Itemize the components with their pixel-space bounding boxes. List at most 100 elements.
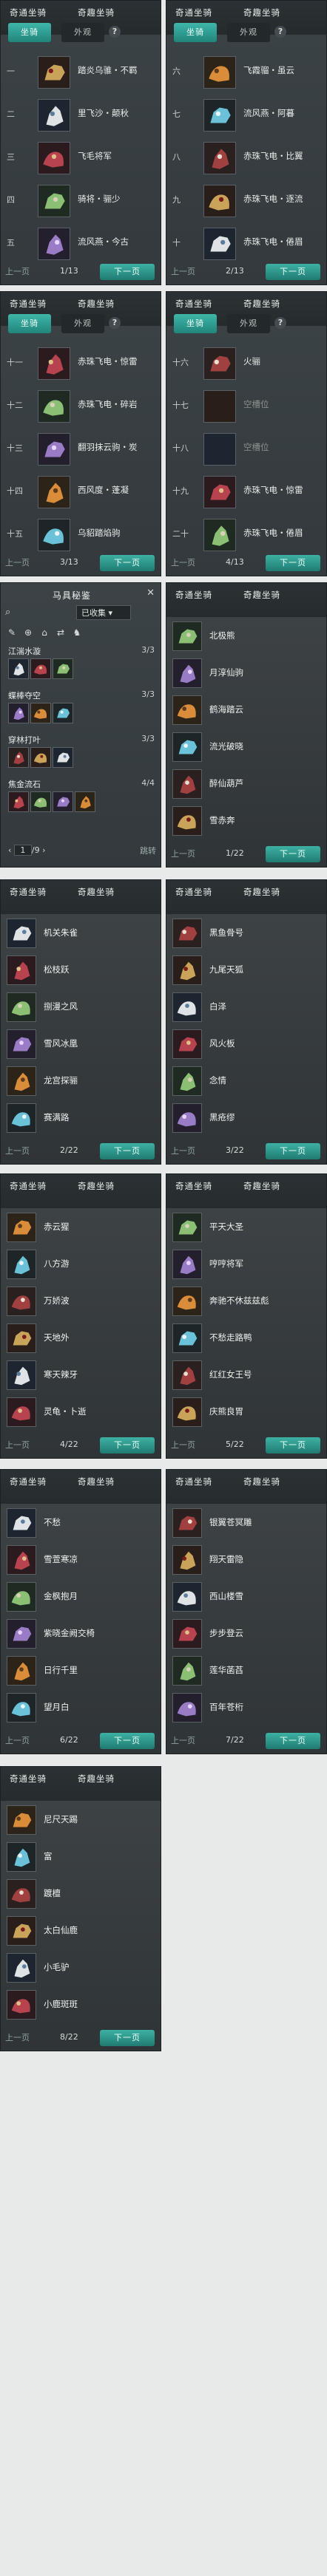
tab-special-mount[interactable]: 奇趣坐骑	[78, 1773, 115, 1785]
next-page-button[interactable]: 下一页	[266, 555, 320, 571]
special-mount-item[interactable]: 九尾天狐	[166, 954, 326, 985]
tab-special-mount[interactable]: 奇趣坐骑	[243, 298, 280, 310]
next-page-button[interactable]: 下一页	[266, 1143, 320, 1159]
mount-slot-row[interactable]: 六 飞霞骝・虽云	[166, 51, 326, 94]
special-mount-item[interactable]: 翔天雷隐	[166, 1544, 326, 1575]
special-mount-item[interactable]: 灵龟・卜逝	[1, 1396, 161, 1427]
prev-page-button[interactable]: 上一页	[5, 1145, 30, 1156]
segment-mount[interactable]: 坐骑	[8, 314, 51, 333]
equip-piece-icon[interactable]	[53, 747, 73, 768]
mount-slot-row[interactable]: 十二 赤珠飞电・碎岩	[1, 385, 161, 428]
segment-look[interactable]: 外观	[61, 23, 104, 42]
prev-page-button[interactable]: 上一页	[171, 1145, 195, 1156]
tab-normal-mount[interactable]: 奇通坐骑	[10, 298, 47, 310]
prev-page-button[interactable]: 上一页	[5, 2031, 30, 2043]
collection-filter-select[interactable]: 已收集 ▾	[76, 605, 131, 620]
tab-special-mount[interactable]: 奇趣坐骑	[243, 1180, 280, 1192]
special-mount-item[interactable]: 八方游	[1, 1248, 161, 1279]
special-mount-item[interactable]: 奔驰不休兹兹彪	[166, 1285, 326, 1316]
mount-slot-row[interactable]: 十五 乌貂踏焰驹	[1, 514, 161, 556]
equip-category-icon[interactable]: ⇄	[54, 626, 67, 639]
equip-piece-icon[interactable]	[30, 658, 51, 679]
tab-normal-mount[interactable]: 奇通坐骑	[175, 589, 212, 601]
equip-category-icon[interactable]: ⌂	[38, 626, 51, 639]
next-page-button[interactable]: 下一页	[100, 1733, 155, 1749]
tab-special-mount[interactable]: 奇趣坐骑	[243, 886, 280, 898]
mount-slot-row[interactable]: 十六 火骊	[166, 342, 326, 385]
special-mount-item[interactable]: 醉仙葫芦	[166, 768, 326, 799]
segment-look[interactable]: 外观	[227, 314, 270, 333]
equip-piece-icon[interactable]	[30, 791, 51, 812]
prev-page-button[interactable]: 上一页	[171, 556, 195, 568]
prev-page-button[interactable]: 上一页	[5, 1734, 30, 1746]
mount-slot-row[interactable]: 十七 空槽位	[166, 385, 326, 428]
equip-piece-icon[interactable]	[75, 791, 95, 812]
next-page-button[interactable]: 下一页	[100, 1437, 155, 1454]
equip-category-icon[interactable]: ✎	[5, 626, 18, 639]
search-icon[interactable]: ⌕	[5, 607, 18, 620]
next-page-button[interactable]: 下一页	[266, 264, 320, 280]
special-mount-item[interactable]: 黑疮缪	[166, 1102, 326, 1133]
special-mount-item[interactable]: 尼尺天踢	[1, 1804, 161, 1835]
equip-piece-icon[interactable]	[53, 658, 73, 679]
page-prev-arrow[interactable]: ‹	[8, 845, 14, 855]
tab-normal-mount[interactable]: 奇通坐骑	[10, 7, 47, 18]
special-mount-item[interactable]: 流光破晓	[166, 731, 326, 762]
special-mount-item[interactable]: 莲华菡萏	[166, 1655, 326, 1686]
close-icon[interactable]: ✕	[146, 587, 155, 599]
mount-slot-row[interactable]: 十九 赤珠飞电・惊雷	[166, 471, 326, 514]
special-mount-item[interactable]: 天地外	[1, 1322, 161, 1353]
mount-slot-row[interactable]: 八 赤珠飞电・比翼	[166, 137, 326, 180]
tab-special-mount[interactable]: 奇趣坐骑	[78, 1476, 115, 1488]
special-mount-item[interactable]: 西山楼雪	[166, 1581, 326, 1612]
tab-special-mount[interactable]: 奇趣坐骑	[243, 1476, 280, 1488]
help-icon[interactable]: ?	[109, 317, 121, 329]
special-mount-item[interactable]: 百年苍桁	[166, 1691, 326, 1723]
equip-piece-icon[interactable]	[53, 791, 73, 812]
prev-page-button[interactable]: 上一页	[171, 265, 195, 277]
equip-piece-icon[interactable]	[8, 703, 29, 723]
tab-normal-mount[interactable]: 奇通坐骑	[10, 1773, 47, 1785]
special-mount-item[interactable]: 黑鱼骨号	[166, 917, 326, 948]
special-mount-item[interactable]: 哼哼将军	[166, 1248, 326, 1279]
special-mount-item[interactable]: 庆熊良胃	[166, 1396, 326, 1427]
special-mount-item[interactable]: 鹤海踏云	[166, 694, 326, 725]
mount-slot-row[interactable]: 十八 空槽位	[166, 428, 326, 471]
special-mount-item[interactable]: 雪风冰凰	[1, 1028, 161, 1059]
special-mount-item[interactable]: 寒天辣牙	[1, 1359, 161, 1390]
help-icon[interactable]: ?	[109, 26, 121, 38]
equip-piece-icon[interactable]	[30, 747, 51, 768]
mount-slot-row[interactable]: 十四 西风度・蓬凝	[1, 471, 161, 514]
equip-category-icon[interactable]: ⊕	[21, 626, 35, 639]
segment-mount[interactable]: 坐骑	[8, 23, 51, 42]
prev-page-button[interactable]: 上一页	[171, 848, 195, 859]
mount-slot-row[interactable]: 十三 翻羽抹云驹・炭	[1, 428, 161, 471]
segment-mount[interactable]: 坐骑	[174, 314, 217, 333]
special-mount-item[interactable]: 步步登云	[166, 1618, 326, 1649]
next-page-button[interactable]: 下一页	[100, 555, 155, 571]
jump-button[interactable]: 跳转	[140, 845, 156, 856]
mount-slot-row[interactable]: 十 赤珠飞电・倦眉	[166, 222, 326, 265]
special-mount-item[interactable]: 雪赤奔	[166, 805, 326, 836]
mount-slot-row[interactable]: 七 流风燕・阿暮	[166, 94, 326, 137]
tab-normal-mount[interactable]: 奇通坐骑	[175, 1476, 212, 1488]
equip-piece-icon[interactable]	[8, 791, 29, 812]
page-current-input[interactable]: 1	[13, 845, 32, 856]
special-mount-item[interactable]: 赤云猩	[1, 1211, 161, 1242]
tab-normal-mount[interactable]: 奇通坐骑	[10, 1476, 47, 1488]
prev-page-button[interactable]: 上一页	[5, 265, 30, 277]
special-mount-item[interactable]: 银翼苍冥雕	[166, 1507, 326, 1538]
special-mount-item[interactable]: 风火板	[166, 1028, 326, 1059]
next-page-button[interactable]: 下一页	[266, 846, 320, 862]
tab-normal-mount[interactable]: 奇通坐骑	[10, 886, 47, 898]
special-mount-item[interactable]: 踱檀	[1, 1878, 161, 1909]
next-page-button[interactable]: 下一页	[100, 2030, 155, 2046]
segment-look[interactable]: 外观	[227, 23, 270, 42]
equip-piece-icon[interactable]	[53, 703, 73, 723]
prev-page-button[interactable]: 上一页	[171, 1734, 195, 1746]
mount-slot-row[interactable]: 一 踏炎乌骓・不羁	[1, 51, 161, 94]
special-mount-item[interactable]: 平天大圣	[166, 1211, 326, 1242]
mount-slot-row[interactable]: 二 里飞沙・颠秋	[1, 94, 161, 137]
next-page-button[interactable]: 下一页	[266, 1733, 320, 1749]
special-mount-item[interactable]: 捌漫之风	[1, 991, 161, 1022]
